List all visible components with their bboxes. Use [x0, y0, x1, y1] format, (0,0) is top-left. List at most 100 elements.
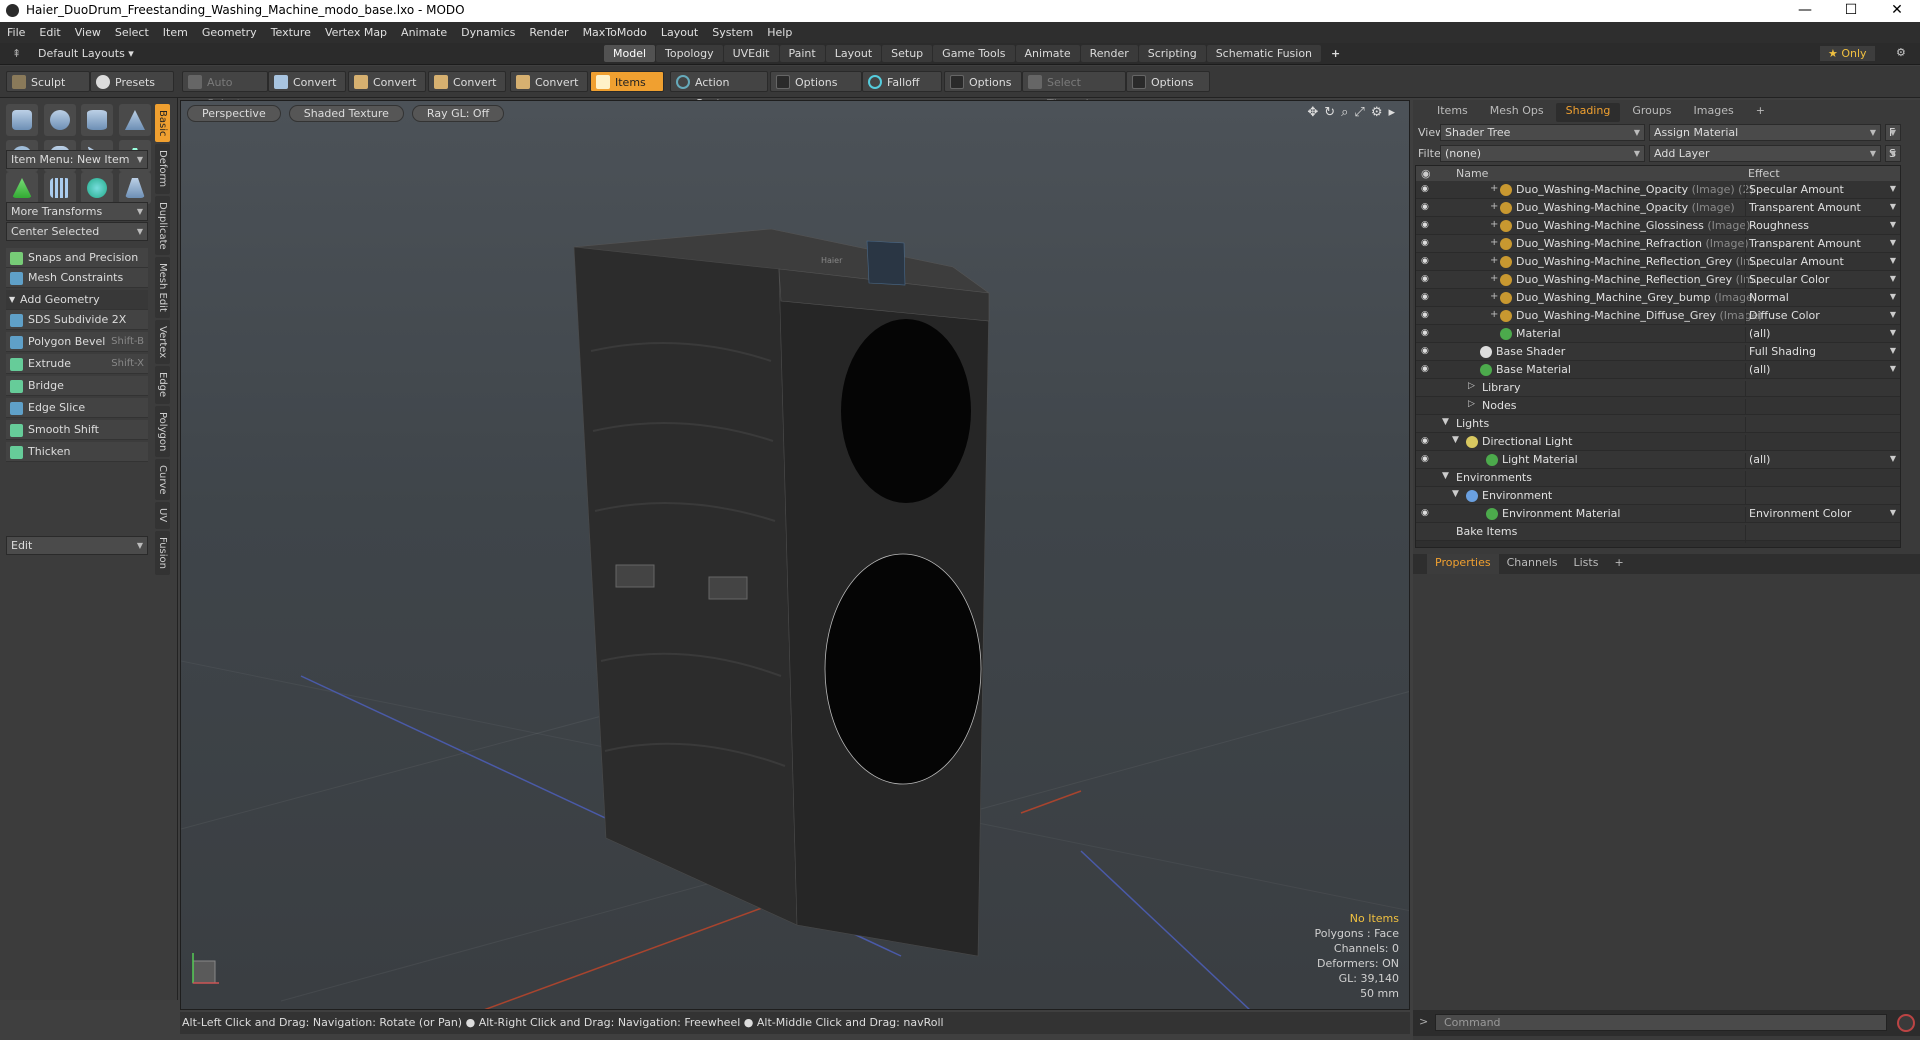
menu-layout[interactable]: Layout	[654, 26, 705, 39]
minimize-button[interactable]: —	[1782, 0, 1828, 22]
polygon-bevel-button[interactable]: Polygon Bevel Shift-B	[6, 332, 148, 352]
tab-groups[interactable]: Groups	[1622, 103, 1681, 122]
sphere-primitive-button[interactable]	[43, 104, 76, 136]
tree-row[interactable]: ◉ Base Material (all)	[1416, 361, 1900, 381]
tab-game-tools[interactable]: Game Tools	[933, 45, 1015, 62]
tree-row[interactable]: ◉ + Duo_Washing_Machine_Grey_bump (Image) N…	[1416, 289, 1900, 309]
tree-row[interactable]: ▷ Library	[1416, 379, 1900, 399]
tab-duplicate[interactable]: Duplicate	[155, 195, 170, 256]
tree-row[interactable]: ◉ + Duo_Washing-Machine_Reflection_Grey (I…	[1416, 271, 1900, 291]
command-input[interactable]: Command	[1435, 1014, 1887, 1031]
extrude-button[interactable]: Extrude Shift-X	[6, 354, 148, 374]
auto-select-button[interactable]: Auto Select	[182, 71, 268, 110]
tab-uvedit[interactable]: UVEdit	[723, 45, 779, 62]
action-center-options-button[interactable]: Options	[770, 71, 862, 92]
f-button[interactable]: F	[1885, 124, 1901, 141]
collapse-arrow-icon[interactable]: ▼	[1442, 471, 1449, 481]
menu-render[interactable]: Render	[522, 26, 575, 39]
name-column-header[interactable]: Name	[1456, 167, 1488, 180]
collapse-arrow-icon[interactable]: ▼	[1442, 417, 1449, 427]
menu-help[interactable]: Help	[760, 26, 799, 39]
tree-row[interactable]: ◉ + Duo_Washing-Machine_Glossiness (Image)…	[1416, 217, 1900, 237]
expand-icon[interactable]: +	[1490, 273, 1498, 284]
tree-row[interactable]: ▷ Nodes	[1416, 397, 1900, 417]
expand-icon[interactable]: +	[1490, 201, 1498, 212]
eye-icon[interactable]: ◉	[1421, 292, 1433, 302]
tree-row[interactable]: ◉ + Duo_Washing-Machine_Diffuse_Grey (Imag…	[1416, 307, 1900, 327]
tree-row[interactable]: ▼ Environment	[1416, 487, 1900, 507]
view-dropdown[interactable]: Shader Tree	[1440, 124, 1645, 141]
tab-polygon[interactable]: Polygon	[155, 405, 170, 457]
eye-icon[interactable]: ◉	[1421, 508, 1433, 518]
menu-animate[interactable]: Animate	[394, 26, 454, 39]
edge-slice-button[interactable]: Edge Slice	[6, 398, 148, 418]
menu-file[interactable]: File	[0, 26, 32, 39]
eye-icon[interactable]: ◉	[1421, 238, 1433, 248]
convert-vertex-button[interactable]: Convert	[268, 71, 346, 92]
fit-icon[interactable]: ⤢	[1354, 105, 1364, 120]
eye-icon[interactable]: ◉	[1421, 328, 1433, 338]
sculpt-button[interactable]: Sculpt	[6, 71, 90, 92]
eye-icon[interactable]: ◉	[1421, 454, 1433, 464]
expand-icon[interactable]: +	[1490, 183, 1498, 194]
grid-button[interactable]	[43, 172, 76, 204]
taper-button[interactable]	[118, 172, 151, 204]
tab-items[interactable]: Items	[1427, 103, 1478, 122]
assign-material-dropdown[interactable]: Assign Material	[1649, 124, 1881, 141]
tab-layout[interactable]: Layout	[825, 45, 882, 62]
folder-icon[interactable]: ▷	[1468, 399, 1475, 409]
more-transforms-dropdown[interactable]: More Transforms	[6, 202, 148, 221]
collapse-arrow-icon[interactable]: ▼	[1452, 435, 1459, 445]
tree-row[interactable]: ◉ + Duo_Washing-Machine_Opacity (Image) (2…	[1416, 181, 1900, 201]
layout-collapse-icon[interactable]: ⇞	[12, 47, 21, 60]
add-layer-dropdown[interactable]: Add Layer	[1649, 145, 1881, 162]
tab-properties[interactable]: Properties	[1427, 554, 1499, 574]
expand-icon[interactable]: +	[1490, 219, 1498, 230]
item-menu-dropdown[interactable]: Item Menu: New Item	[6, 150, 148, 169]
viewport-shading-dropdown[interactable]: Shaded Texture	[288, 105, 404, 122]
tab-topology[interactable]: Topology	[656, 45, 723, 62]
folder-icon[interactable]: ▷	[1468, 381, 1475, 391]
tab-images[interactable]: Images	[1684, 103, 1744, 122]
layout-gear-icon[interactable]: ⚙	[1896, 46, 1906, 59]
tab-animate[interactable]: Animate	[1015, 45, 1080, 62]
tab-setup[interactable]: Setup	[882, 45, 933, 62]
add-tab-button[interactable]: +	[1322, 45, 1349, 62]
sds-subdivide-button[interactable]: SDS Subdivide 2X	[6, 310, 148, 330]
menu-vertex-map[interactable]: Vertex Map	[318, 26, 394, 39]
falloff-options-button[interactable]: Options	[944, 71, 1022, 92]
tree-row[interactable]: Bake Items	[1416, 523, 1900, 543]
menu-item[interactable]: Item	[156, 26, 195, 39]
tab-fusion[interactable]: Fusion	[155, 530, 170, 575]
tree-row[interactable]: ◉ + Duo_Washing-Machine_Reflection_Grey (I…	[1416, 253, 1900, 273]
select-options-button[interactable]: Options	[1126, 71, 1210, 92]
tree-row[interactable]: ▼ Environments	[1416, 469, 1900, 489]
tree-row[interactable]: ◉ Light Material (all)	[1416, 451, 1900, 471]
tab-edge[interactable]: Edge	[155, 366, 170, 404]
tree-row[interactable]: ◉ ▼ Directional Light	[1416, 433, 1900, 453]
filter-dropdown[interactable]: (none)	[1440, 145, 1645, 162]
expand-icon[interactable]: +	[1490, 237, 1498, 248]
viewport-perspective-dropdown[interactable]: Perspective	[187, 105, 281, 122]
add-properties-tab[interactable]: +	[1606, 554, 1631, 574]
menu-system[interactable]: System	[705, 26, 760, 39]
eye-icon[interactable]: ◉	[1421, 220, 1433, 230]
cone-primitive-button[interactable]	[118, 104, 151, 136]
effect-column-header[interactable]: Effect	[1748, 167, 1780, 180]
eye-icon[interactable]: ◉	[1421, 346, 1433, 356]
maximize-button[interactable]: ☐	[1828, 0, 1874, 22]
tab-paint[interactable]: Paint	[779, 45, 825, 62]
eye-icon[interactable]: ◉	[1421, 184, 1433, 194]
presets-button[interactable]: Presets F6	[90, 71, 174, 110]
tab-shading[interactable]: Shading	[1555, 103, 1621, 122]
convert-edge-button[interactable]: Convert	[348, 71, 426, 92]
tab-scripting[interactable]: Scripting	[1138, 45, 1206, 62]
tab-render[interactable]: Render	[1080, 45, 1138, 62]
edit-dropdown[interactable]: Edit	[6, 536, 148, 555]
tab-model[interactable]: Model	[604, 45, 656, 62]
eye-icon[interactable]: ◉	[1421, 274, 1433, 284]
menu-maxtomodo[interactable]: MaxToModo	[576, 26, 654, 39]
expand-icon[interactable]: +	[1490, 255, 1498, 266]
tree-row[interactable]: ◉ + Duo_Washing-Machine_Refraction (Image)…	[1416, 235, 1900, 255]
tab-schematic-fusion[interactable]: Schematic Fusion	[1206, 45, 1322, 62]
